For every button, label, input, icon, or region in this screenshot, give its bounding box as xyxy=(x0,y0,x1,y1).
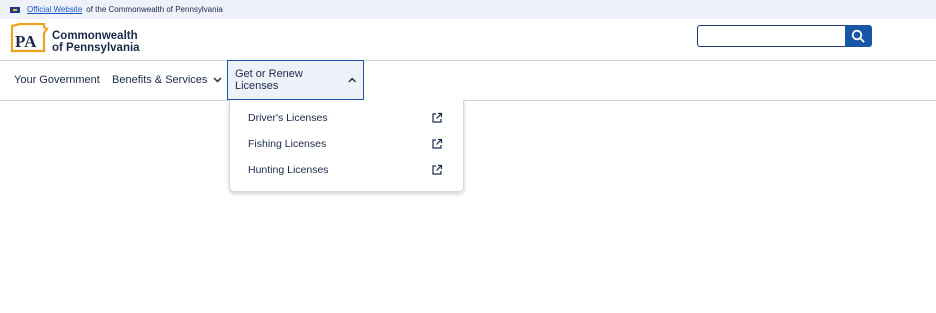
chevron-up-icon xyxy=(348,77,356,83)
logo-line-1: Commonwealth xyxy=(52,30,138,42)
svg-text:PA: PA xyxy=(15,32,37,51)
external-link-icon xyxy=(432,164,443,175)
official-website-text: of the Commonwealth of Pennsylvania xyxy=(86,5,223,14)
licenses-dropdown-menu: Driver's Licenses Fishing Licenses Hunti… xyxy=(229,100,464,192)
menu-item-hunting-licenses[interactable]: Hunting Licenses xyxy=(230,157,463,183)
flag-icon xyxy=(10,6,20,13)
menu-item-label: Fishing Licenses xyxy=(248,138,327,150)
menu-item-label: Hunting Licenses xyxy=(248,164,329,176)
nav-item-label: Benefits & Services xyxy=(112,74,208,86)
site-header: PA Commonwealth of Pennsylvania xyxy=(0,19,936,61)
nav-your-government[interactable]: Your Government xyxy=(7,60,107,100)
nav-item-label: Your Government xyxy=(14,74,100,86)
nav-benefits-services[interactable]: Benefits & Services xyxy=(105,60,229,100)
search-icon xyxy=(852,29,865,43)
nav-get-renew-licenses[interactable]: Get or Renew Licenses xyxy=(227,60,364,100)
logo-wordmark: Commonwealth of Pennsylvania xyxy=(52,30,140,54)
main-nav: Your Government Benefits & Services Get … xyxy=(0,60,936,101)
official-website-bar: Official Website of the Commonwealth of … xyxy=(0,0,936,19)
external-link-icon xyxy=(432,138,443,149)
nav-item-label: Get or Renew Licenses xyxy=(235,68,303,92)
external-link-icon xyxy=(432,112,443,123)
chevron-down-icon xyxy=(213,77,222,83)
logo-line-2: of Pennsylvania xyxy=(52,42,140,54)
search-button[interactable] xyxy=(844,25,872,47)
search-input[interactable] xyxy=(697,25,845,47)
pa-logo-mark: PA xyxy=(10,22,49,53)
menu-item-drivers-licenses[interactable]: Driver's Licenses xyxy=(230,105,463,131)
official-website-link[interactable]: Official Website xyxy=(27,5,82,14)
menu-item-fishing-licenses[interactable]: Fishing Licenses xyxy=(230,131,463,157)
search-bar xyxy=(697,25,872,47)
pa-logo[interactable]: PA Commonwealth of Pennsylvania xyxy=(8,22,148,55)
menu-item-label: Driver's Licenses xyxy=(248,112,328,124)
